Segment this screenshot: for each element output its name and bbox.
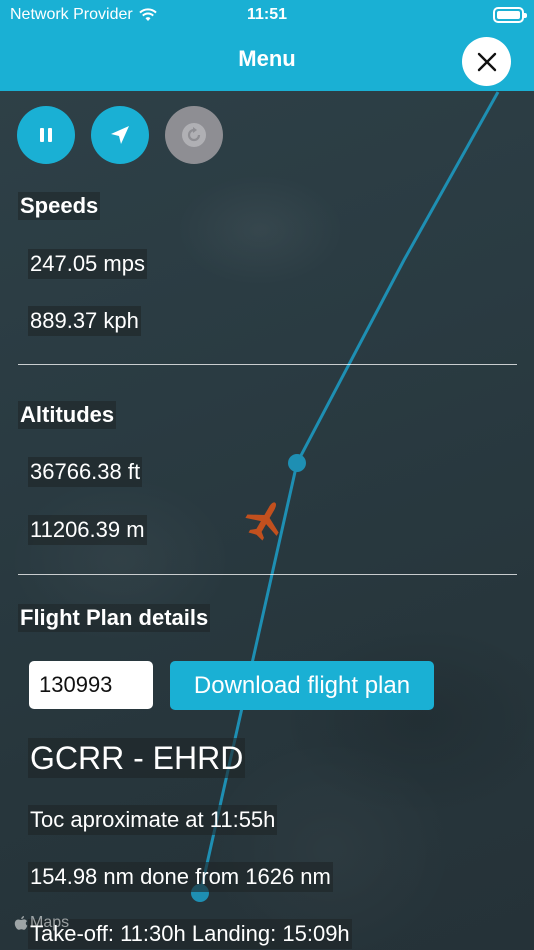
- altitude-m: 11206.39 m: [28, 515, 147, 545]
- page-title: Menu: [238, 46, 296, 71]
- apple-logo-icon: [14, 916, 28, 930]
- refresh-icon: [182, 123, 206, 147]
- speed-mps: 247.05 mps: [28, 249, 147, 279]
- pause-icon: [40, 128, 52, 142]
- speeds-heading: Speeds: [18, 192, 101, 220]
- maps-label: Maps: [30, 914, 70, 931]
- route-label: GCRR - EHRD: [28, 738, 246, 778]
- nav-bar: Network Provider 11:51 Menu: [0, 0, 534, 91]
- refresh-button[interactable]: [165, 106, 223, 164]
- distance-progress: 154.98 nm done from 1626 nm: [28, 862, 333, 892]
- flight-plan-heading: Flight Plan details: [18, 604, 211, 632]
- status-time: 11:51: [246, 6, 288, 23]
- pause-button[interactable]: [17, 106, 75, 164]
- status-bar: Network Provider 11:51: [0, 0, 534, 30]
- close-icon: [477, 52, 496, 71]
- flight-plan-id-input[interactable]: [29, 661, 153, 709]
- divider: [18, 574, 517, 575]
- close-button[interactable]: [462, 37, 511, 86]
- location-arrow-icon: [111, 126, 129, 144]
- altitudes-heading: Altitudes: [18, 401, 117, 429]
- altitude-ft: 36766.38 ft: [28, 457, 143, 487]
- waypoint-marker: [288, 454, 306, 472]
- divider: [18, 364, 517, 365]
- download-flight-plan-button[interactable]: Download flight plan: [170, 661, 434, 710]
- battery-icon: [493, 7, 527, 23]
- maps-attribution: Maps: [14, 914, 69, 932]
- toc-estimate: Toc aproximate at 11:55h: [28, 805, 278, 835]
- speed-kph: 889.37 kph: [28, 306, 141, 336]
- flight-times: Take-off: 11:30h Landing: 15:09h: [28, 919, 352, 949]
- locate-button[interactable]: [91, 106, 149, 164]
